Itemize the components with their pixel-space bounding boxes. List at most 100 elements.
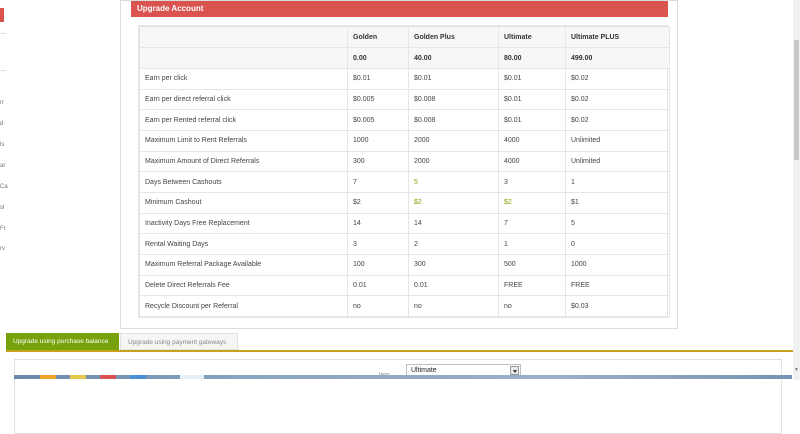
sidebar-glyph[interactable]: Ca [0, 184, 8, 190]
table-cell: 300 [408, 253, 499, 276]
row-label: Recycle Discount per Referral [139, 295, 348, 317]
table-cell: no [498, 295, 566, 317]
membership-comparison-table: Golden Golden Plus Ultimate Ultimate PLU… [138, 25, 670, 318]
table-cell: 0.01 [347, 274, 409, 297]
tab-purchase-balance[interactable]: Upgrade using purchase balance [6, 333, 119, 350]
table-cell: 7 [498, 212, 566, 235]
row-label: Days Between Cashouts [139, 171, 348, 193]
table-cell: 5 [565, 212, 670, 235]
table-cell: $2 [347, 191, 409, 214]
table-cell: $0.005 [347, 109, 409, 131]
sidebar-red-marker [0, 8, 4, 22]
table-cell: $0.008 [408, 88, 499, 111]
table-cell: $0.005 [347, 88, 409, 111]
column-golden: Golden [347, 26, 409, 48]
row-label: Inactivity Days Free Replacement [139, 212, 348, 235]
table-cell: 100 [347, 253, 409, 276]
sidebar-glyph[interactable]: d [0, 121, 3, 127]
table-row: Days Between Cashouts 7 5 3 1 [139, 171, 670, 193]
column-ultimate: Ultimate [498, 26, 566, 48]
taskbar-app-icon[interactable] [70, 375, 86, 379]
sidebar-glyph[interactable]: rv [0, 246, 5, 252]
row-label: Minimum Cashout [139, 191, 348, 214]
row-label: Earn per click [139, 68, 348, 90]
price-row: 0.00 40.00 80.00 499.00 [139, 47, 670, 69]
taskbar-app-icon[interactable] [40, 375, 56, 379]
table-cell: 3 [498, 171, 566, 193]
sidebar-divider [0, 70, 6, 71]
table-row: Maximum Referral Package Available 100 3… [139, 253, 670, 276]
table-cell: 0.01 [408, 274, 499, 297]
table-cell: $2 [408, 191, 499, 214]
table-cell: 14 [347, 212, 409, 235]
row-label: Delete Direct Referrals Fee [139, 274, 348, 297]
table-cell: 1 [565, 171, 670, 193]
price-cell: 80.00 [498, 47, 566, 69]
price-cell: 499.00 [565, 47, 670, 69]
taskbar-app-icon[interactable] [100, 375, 116, 379]
taskbar-app-icon[interactable] [130, 375, 146, 379]
table-cell: Unlimited [565, 129, 670, 152]
table-row: Earn per click $0.01 $0.01 $0.01 $0.02 [139, 68, 670, 90]
left-sidebar-strip: rr d ls ar Ca sl Fr rv [0, 0, 8, 260]
table-cell: $0.03 [565, 295, 670, 317]
scroll-down-icon[interactable]: ▼ [794, 368, 799, 373]
table-row: Recycle Discount per Referral no no no $… [139, 295, 670, 317]
table-cell: $0.02 [565, 88, 670, 111]
table-header-cell [139, 26, 348, 48]
chevron-down-icon[interactable] [510, 366, 519, 375]
table-cell: $0.008 [408, 109, 499, 131]
table-row: Maximum Limit to Rent Referrals 1000 200… [139, 129, 670, 152]
table-cell: 14 [408, 212, 499, 235]
table-cell: no [347, 295, 409, 317]
table-row: Rental Waiting Days 3 2 1 0 [139, 233, 670, 255]
row-label: Maximum Referral Package Available [139, 253, 348, 276]
table-cell: $0.01 [498, 88, 566, 111]
table-cell: Unlimited [565, 150, 670, 173]
row-label: Rental Waiting Days [139, 233, 348, 255]
item-select-value: Ultimate [411, 367, 437, 374]
table-row: Delete Direct Referrals Fee 0.01 0.01 FR… [139, 274, 670, 297]
table-header-row: Golden Golden Plus Ultimate Ultimate PLU… [139, 26, 670, 48]
scroll-thumb[interactable] [794, 40, 799, 160]
panel-title: Upgrade Account [131, 1, 668, 17]
table-cell: no [408, 295, 499, 317]
table-cell: $0.02 [565, 109, 670, 131]
table-cell: 500 [498, 253, 566, 276]
row-label: Maximum Amount of Direct Referrals [139, 150, 348, 173]
upgrade-account-panel: Upgrade Account Golden Golden Plus Ultim… [120, 0, 678, 329]
table-cell: $0.01 [408, 68, 499, 90]
page-scrollbar[interactable]: ▼ [793, 0, 800, 380]
table-cell: 300 [347, 150, 409, 173]
table-cell: 2000 [408, 129, 499, 152]
taskbar-app-icon[interactable] [180, 375, 204, 379]
sidebar-glyph[interactable]: rr [0, 100, 4, 106]
column-golden-plus: Golden Plus [408, 26, 499, 48]
table-cell: $0.01 [498, 109, 566, 131]
sidebar-glyph[interactable]: ar [0, 163, 5, 169]
price-cell [139, 47, 348, 69]
table-cell: 0 [565, 233, 670, 255]
table-cell: FREE [498, 274, 566, 297]
sidebar-glyph[interactable]: Fr [0, 226, 6, 232]
table-cell: 4000 [498, 150, 566, 173]
row-label: Earn per Rented referral click [139, 109, 348, 131]
table-cell: $1 [565, 191, 670, 214]
tabs-underline [6, 350, 794, 352]
table-cell: 4000 [498, 129, 566, 152]
table-cell: 5 [408, 171, 499, 193]
tab-payment-gateways[interactable]: Upgrade using payment gateways [120, 333, 238, 350]
table-cell: 1000 [347, 129, 409, 152]
upgrade-form: Item Ultimate [14, 359, 782, 434]
sidebar-glyph[interactable]: ls [0, 142, 4, 148]
table-cell: 2000 [408, 150, 499, 173]
table-cell: 3 [347, 233, 409, 255]
table-cell: FREE [565, 274, 670, 297]
sidebar-glyph[interactable]: sl [0, 205, 4, 211]
row-label: Maximum Limit to Rent Referrals [139, 129, 348, 152]
row-label: Earn per direct referral click [139, 88, 348, 111]
table-row: Minimum Cashout $2 $2 $2 $1 [139, 191, 670, 214]
price-cell: 0.00 [347, 47, 409, 69]
column-ultimate-plus: Ultimate PLUS [565, 26, 670, 48]
table-cell: $0.02 [565, 68, 670, 90]
